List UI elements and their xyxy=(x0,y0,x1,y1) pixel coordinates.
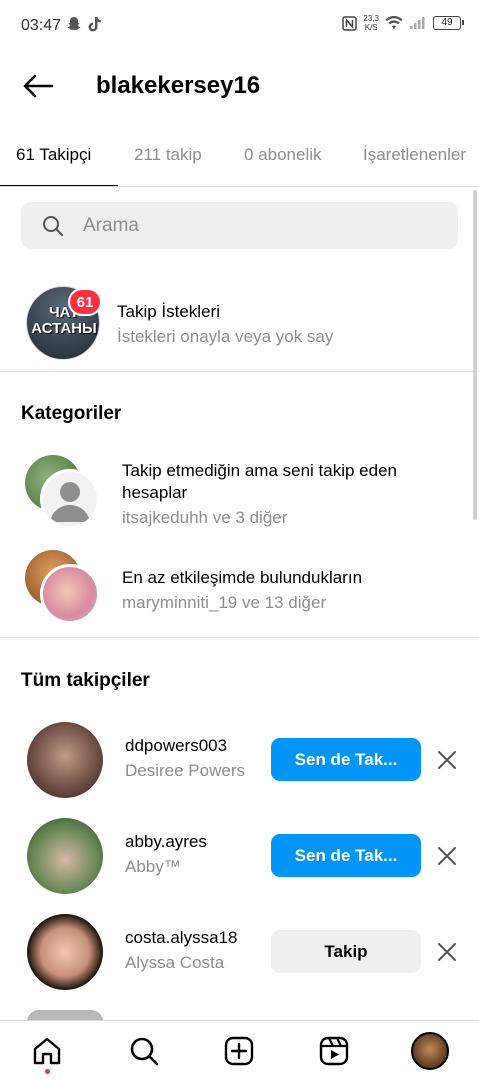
network-speed-value: 23,3 xyxy=(363,14,379,23)
category-subtitle: maryminniti_19 ve 13 diğer xyxy=(122,593,327,612)
follower-row[interactable]: ddpowers003 Desiree Powers Sen de Tak... xyxy=(0,722,479,802)
nav-profile-button[interactable] xyxy=(410,1031,450,1071)
category-avatar-front xyxy=(40,564,100,624)
page-title: blakekersey16 xyxy=(96,72,261,99)
categories-heading: Kategoriler xyxy=(21,403,122,424)
follower-row[interactable]: costa.alyssa18 Alyssa Costa Takip xyxy=(0,914,479,994)
back-button[interactable] xyxy=(20,70,56,102)
tiktok-icon xyxy=(88,17,101,32)
header: blakekersey16 xyxy=(0,60,479,112)
search-input[interactable] xyxy=(83,214,443,237)
nav-search-button[interactable] xyxy=(124,1031,164,1071)
reels-icon xyxy=(319,1036,349,1066)
tab-subscriptions[interactable]: 0 abonelik xyxy=(244,145,322,165)
profile-avatar xyxy=(411,1032,449,1070)
follower-username[interactable]: abby.ayres xyxy=(125,832,207,852)
tab-following[interactable]: 211 takip xyxy=(134,145,202,165)
following-button[interactable]: Takip xyxy=(271,930,421,973)
status-time: 03:47 xyxy=(21,17,62,34)
close-icon[interactable] xyxy=(435,748,459,772)
nav-create-button[interactable] xyxy=(219,1031,259,1071)
nav-home-button[interactable] xyxy=(27,1031,67,1071)
arrow-left-icon xyxy=(23,74,54,98)
notification-dot xyxy=(45,1069,50,1074)
divider xyxy=(0,371,479,372)
nav-reels-button[interactable] xyxy=(314,1031,354,1071)
category-not-following-back[interactable]: Takip etmediğin ama seni takip eden hesa… xyxy=(0,455,479,530)
follow-back-button[interactable]: Sen de Tak... xyxy=(271,738,421,781)
network-speed-unit: K/S xyxy=(364,23,378,32)
tab-flagged[interactable]: İşaretlenenler xyxy=(363,145,466,165)
status-bar: 03:47 23,3 K/S 49 xyxy=(0,0,479,52)
tab-followers[interactable]: 61 Takipçi xyxy=(16,145,91,165)
avatar[interactable] xyxy=(27,818,103,894)
system-status-icons: 23,3 K/S 49 xyxy=(342,14,464,32)
follow-requests-title: Takip İstekleri xyxy=(117,302,220,321)
follow-requests-badge: 61 xyxy=(68,288,102,316)
snapchat-icon xyxy=(67,17,81,30)
search-icon xyxy=(130,1037,159,1066)
follower-username[interactable]: ddpowers003 xyxy=(125,736,227,756)
tab-bar: 61 Takipçi 211 takip 0 abonelik İşaretle… xyxy=(0,130,479,187)
active-tab-indicator xyxy=(0,185,118,186)
search-bar[interactable] xyxy=(21,202,458,249)
create-icon xyxy=(224,1036,254,1066)
home-icon xyxy=(33,1037,61,1065)
network-speed: 23,3 K/S xyxy=(363,14,379,32)
scrollbar[interactable] xyxy=(473,190,477,520)
default-avatar-icon xyxy=(40,469,100,529)
follower-name: Abby™ xyxy=(125,857,181,876)
close-icon[interactable] xyxy=(435,844,459,868)
avatar[interactable] xyxy=(27,722,103,798)
close-icon[interactable] xyxy=(435,940,459,964)
category-subtitle: itsajkeduhh ve 3 diğer xyxy=(122,508,288,527)
follower-row[interactable]: abby.ayres Abby™ Sen de Tak... xyxy=(0,818,479,898)
follow-requests-subtitle: İstekleri onayla veya yok say xyxy=(117,327,334,346)
notification-icons xyxy=(66,16,102,32)
nfc-icon xyxy=(342,15,358,31)
follower-name: Desiree Powers xyxy=(125,761,245,780)
battery-indicator: 49 xyxy=(433,16,464,30)
category-least-interacted[interactable]: En az etkileşimde bulundukların maryminn… xyxy=(0,550,479,625)
follower-name: Alyssa Costa xyxy=(125,953,225,972)
follower-username[interactable]: costa.alyssa18 xyxy=(125,928,237,948)
avatar-text-line2: АСТАНЫ xyxy=(31,320,97,337)
all-followers-heading: Tüm takipçiler xyxy=(21,670,150,691)
avatar[interactable] xyxy=(27,914,103,990)
category-title: Takip etmediğin ama seni takip eden hesa… xyxy=(122,461,397,502)
signal-icon xyxy=(410,17,425,29)
divider xyxy=(0,637,479,638)
follow-back-button[interactable]: Sen de Tak... xyxy=(271,834,421,877)
category-title: En az etkileşimde bulundukların xyxy=(122,568,363,587)
search-icon xyxy=(43,215,63,236)
bottom-navigation xyxy=(0,1020,479,1080)
wifi-icon xyxy=(385,16,403,29)
